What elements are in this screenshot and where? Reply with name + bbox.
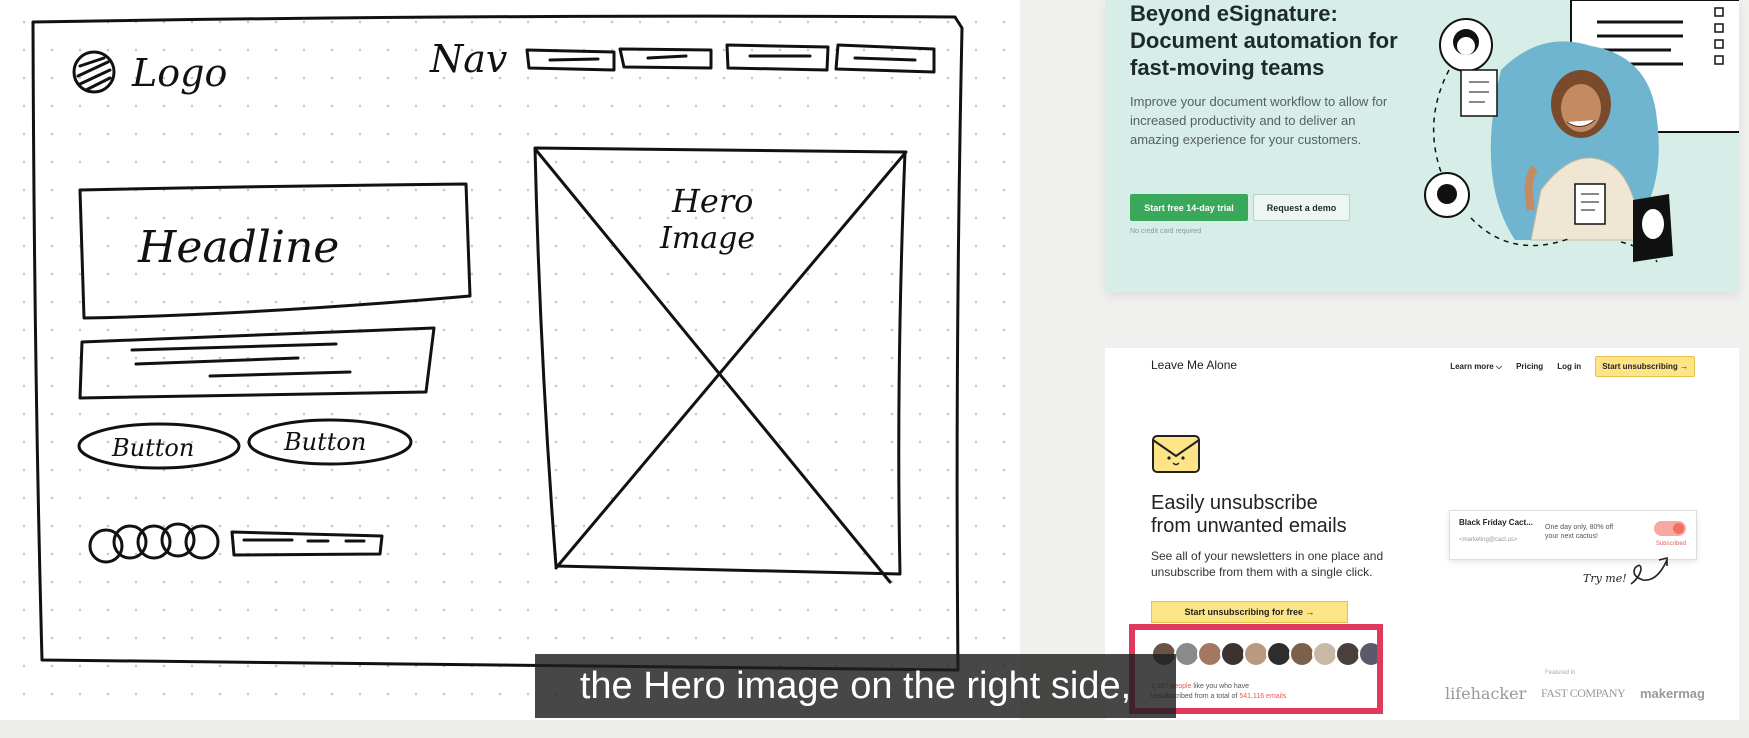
featured-logos: lifehacker FAST COMPANY makermag [1445, 684, 1705, 703]
nav-pills [525, 43, 936, 74]
sketch-nav-text: Nav [429, 37, 508, 81]
sketch-drawing: Logo Nav Hero Image Headline Button Butt… [31, 14, 964, 672]
hero-illustration [1421, 0, 1739, 292]
lifehacker-logo: lifehacker [1445, 684, 1527, 703]
fast-company-logo: FAST COMPANY [1541, 686, 1626, 700]
main-headline: Easily unsubscribe from unwanted emails [1151, 492, 1411, 538]
headline-line-1: Easily unsubscribe [1151, 492, 1318, 514]
nav-login[interactable]: Log in [1557, 362, 1581, 371]
video-caption: the Hero image on the right side, [535, 654, 1176, 718]
sketch-button-text-1: Button [111, 434, 194, 462]
wireframe-sketch: Logo Nav Hero Image Headline Button Butt… [0, 0, 1020, 720]
bottom-strip [0, 720, 1749, 738]
no-credit-card-note: No credit card required [1130, 228, 1202, 235]
brand-logo[interactable]: Leave Me Alone [1151, 358, 1237, 372]
esignature-hero: Beyond eSignature: Document automation f… [1105, 0, 1739, 292]
nav-learn-more[interactable]: Learn more ⌵ [1450, 362, 1502, 372]
try-me-label: Try me! [1583, 572, 1627, 585]
nav-start-button[interactable]: Start unsubscribing → [1595, 356, 1695, 377]
esignature-headline: Beyond eSignature: Document automation f… [1130, 1, 1398, 80]
chevron-down-icon: ⌵ [1496, 361, 1503, 371]
card-description: One day only, 80% off your next cactus! [1545, 524, 1614, 540]
start-unsubscribing-button[interactable]: Start unsubscribing for free → [1151, 601, 1348, 623]
subtext: See all of your newsletters in one place… [1151, 549, 1384, 579]
card-status: Subscribed [1655, 541, 1686, 547]
avatar-circles [88, 522, 220, 564]
esignature-description: Improve your document workflow to allow … [1130, 94, 1388, 147]
sketch-logo-text: Logo [131, 51, 227, 95]
headline-line-2: from unwanted emails [1151, 515, 1347, 537]
card-email: <marketing@cact.us> [1459, 537, 1518, 543]
top-nav: Learn more ⌵ Pricing Log in Start unsubs… [1450, 356, 1695, 377]
demo-email-card: Black Friday Cact... <marketing@cact.us>… [1449, 510, 1697, 560]
sketch-hero-text-1: Hero [671, 182, 753, 220]
start-trial-button[interactable]: Start free 14-day trial [1130, 194, 1248, 221]
curly-arrow-icon [1630, 556, 1668, 585]
subscribe-toggle[interactable] [1654, 521, 1686, 536]
makermag-logo: makermag [1639, 686, 1705, 701]
logo-mark [72, 50, 116, 94]
featured-label: Featured in [1545, 670, 1576, 676]
leave-me-alone-page: Leave Me Alone Learn more ⌵ Pricing Log … [1105, 348, 1739, 732]
sketch-button-text-2: Button [283, 428, 366, 456]
envelope-mascot-icon [1152, 435, 1200, 473]
request-demo-button[interactable]: Request a demo [1253, 194, 1350, 221]
card-sender: Black Friday Cact... [1459, 518, 1533, 527]
sketch-hero-text-2: Image [659, 221, 755, 256]
sketch-headline-text: Headline [137, 222, 339, 273]
subtext-box [78, 326, 436, 400]
nav-pricing[interactable]: Pricing [1516, 362, 1543, 371]
